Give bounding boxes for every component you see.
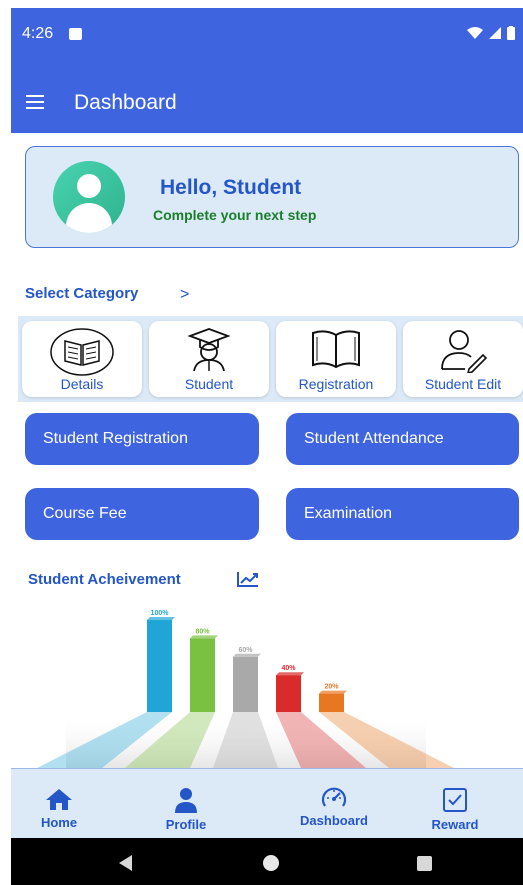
book-reading-icon (50, 328, 114, 376)
user-edit-icon (441, 330, 487, 373)
trend-chart-icon (237, 572, 258, 587)
status-icons (467, 26, 515, 40)
nav-profile[interactable]: Profile (141, 787, 231, 832)
category-item-student[interactable]: Student (149, 321, 269, 397)
person-icon (175, 788, 197, 813)
category-label: Details (60, 376, 104, 392)
student-registration-button[interactable]: Student Registration (25, 413, 259, 465)
hamburger-menu-icon[interactable] (26, 95, 44, 109)
category-arrow[interactable]: > (180, 286, 189, 304)
category-label: Student Edit (424, 376, 502, 392)
chart-bar-top (319, 690, 347, 694)
chart-data-label: 100% (151, 610, 170, 617)
achievement-title: Student Acheivement (28, 571, 181, 588)
avatar-icon (53, 161, 125, 233)
system-navigation-bar (11, 838, 523, 885)
app-bar: Dashboard (11, 60, 523, 133)
speedometer-icon (321, 787, 347, 807)
open-book-icon (312, 330, 360, 369)
nav-reward[interactable]: Reward (410, 787, 500, 832)
wifi-icon (467, 27, 483, 39)
course-fee-button[interactable]: Course Fee (25, 488, 259, 540)
chart-bar (233, 656, 258, 712)
graduate-icon (187, 328, 231, 372)
chart-bar-top (276, 672, 304, 676)
nav-dashboard-label: Dashboard (300, 813, 368, 828)
category-item-registration[interactable]: Registration (276, 321, 396, 397)
chart-bar (276, 675, 301, 712)
status-time: 4:26 (22, 25, 54, 42)
chart-data-label: 20% (324, 684, 339, 691)
category-label: Student (184, 376, 234, 392)
chart-bar (190, 638, 215, 712)
home-circle-icon[interactable] (263, 855, 279, 871)
chart-bar-top (147, 617, 175, 620)
achievement-chart: 100% 80% 60% 40% 20% (11, 594, 523, 768)
greeting-card: Hello, Student Complete your next step (25, 146, 519, 248)
category-item-details[interactable]: Details (22, 321, 142, 397)
nav-home-label: Home (40, 815, 78, 830)
chart-bar (319, 693, 344, 712)
category-label: Registration (298, 376, 374, 392)
chart-bar-top (190, 635, 218, 639)
greeting-title: Hello, Student (160, 176, 302, 199)
back-icon[interactable] (119, 855, 132, 871)
battery-icon (507, 26, 515, 40)
checkbox-icon (443, 788, 467, 812)
nav-dashboard[interactable]: Dashboard (289, 785, 379, 828)
status-bar: 4:26 (11, 8, 523, 60)
nav-profile-label: Profile (165, 817, 207, 832)
chart-data-label: 80% (195, 628, 210, 635)
page-title: Dashboard (74, 91, 177, 114)
category-item-student-edit[interactable]: Student Edit (403, 321, 523, 397)
student-attendance-button[interactable]: Student Attendance (286, 413, 519, 465)
achievement-chart-svg: 100% 80% 60% 40% 20% (37, 610, 454, 768)
examination-button[interactable]: Examination (286, 488, 519, 540)
chart-bar-top (233, 653, 261, 657)
category-title: Select Category (25, 285, 139, 302)
home-icon (46, 789, 72, 810)
nav-reward-label: Reward (431, 817, 479, 832)
nav-home[interactable]: Home (14, 787, 104, 830)
chart-bar (147, 620, 172, 712)
recent-apps-icon[interactable] (417, 856, 432, 871)
signal-icon (489, 27, 501, 39)
sd-card-icon (69, 28, 82, 40)
chart-data-label: 40% (281, 665, 296, 672)
bottom-navigation: Home Profile Dashboard Reward (11, 768, 523, 839)
chart-data-label: 60% (238, 647, 253, 654)
greeting-subtitle: Complete your next step (153, 207, 317, 223)
